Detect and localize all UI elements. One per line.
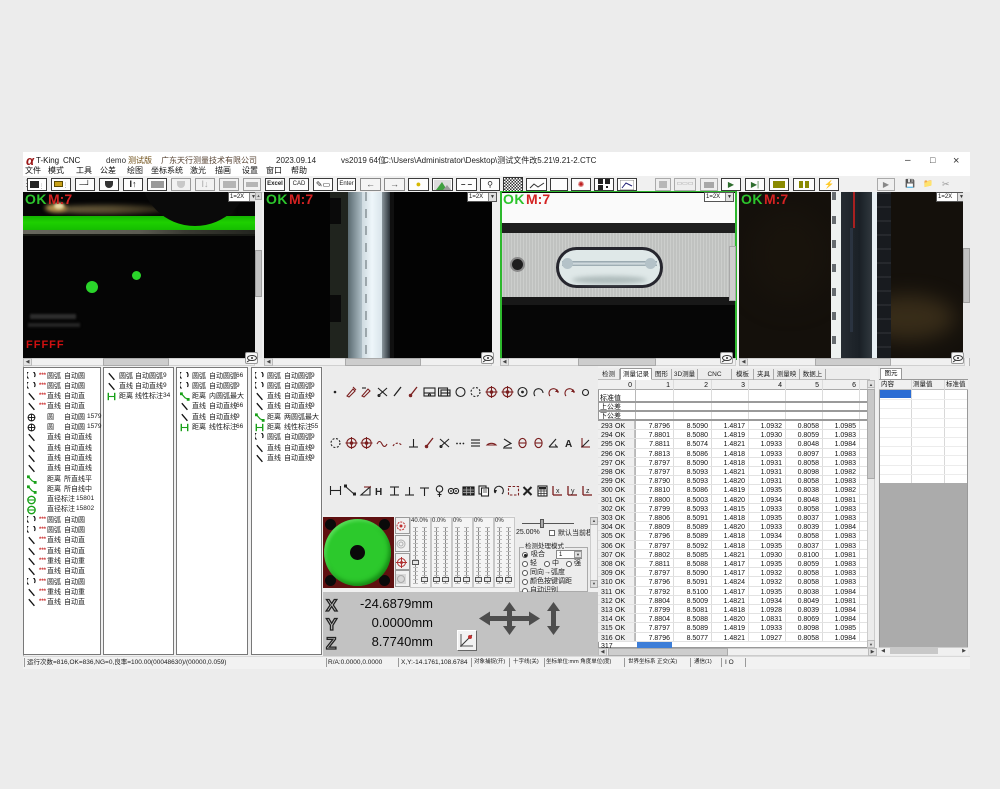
- svg-text:x: x: [556, 488, 560, 495]
- svg-text:z: z: [586, 488, 590, 495]
- svg-text:A: A: [565, 439, 572, 449]
- svg-text:H: H: [375, 487, 382, 497]
- svg-text:y: y: [571, 488, 575, 495]
